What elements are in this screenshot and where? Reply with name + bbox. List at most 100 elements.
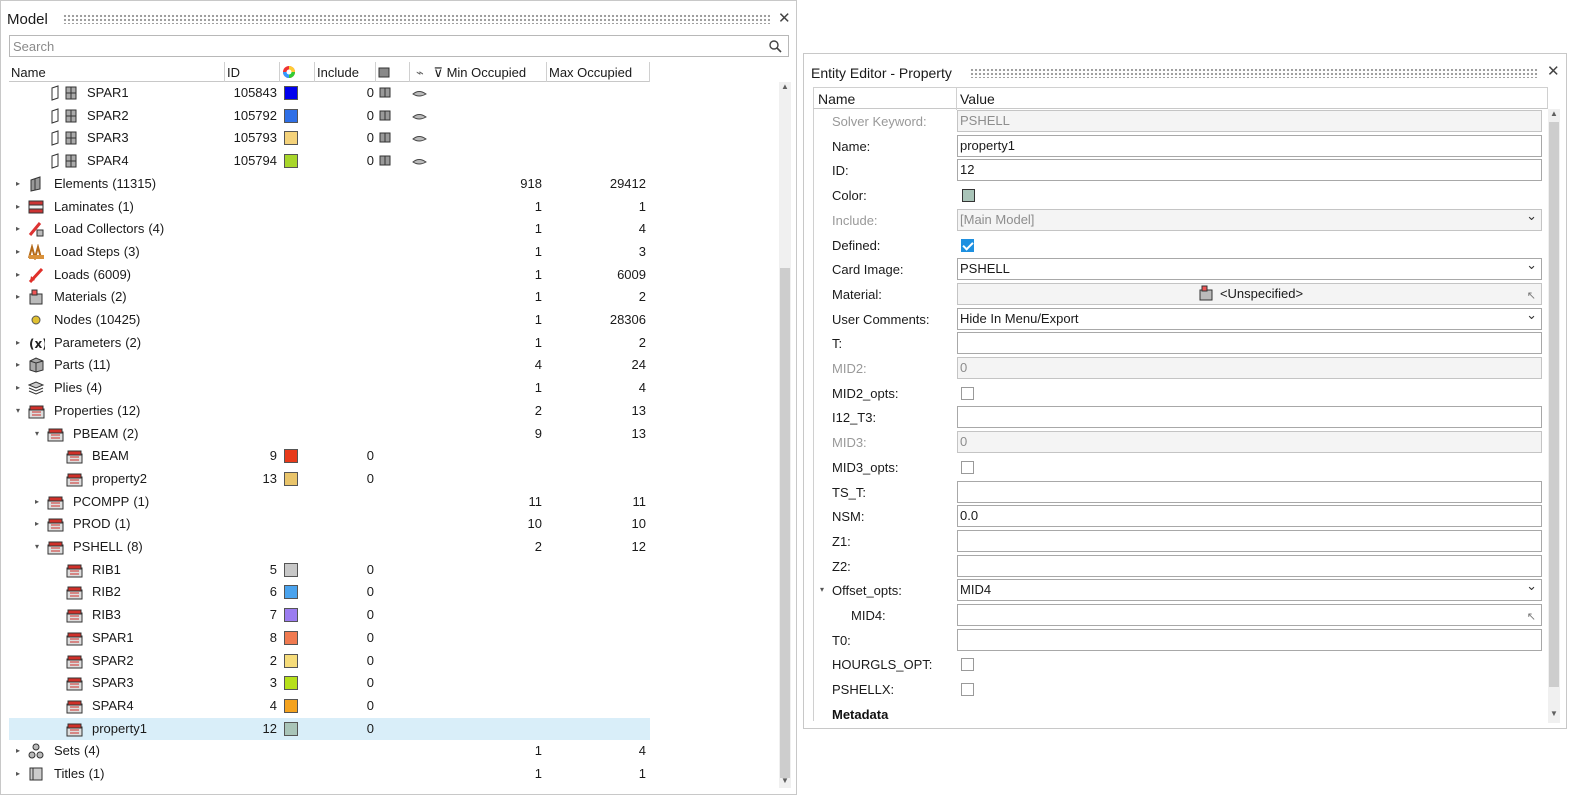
column-header-min-occupied[interactable]: ⌁ ⊽ Min Occupied [410,62,547,82]
property-input[interactable] [957,628,1542,651]
component-display-icon[interactable] [379,154,392,170]
property-input[interactable] [957,480,1542,503]
color-swatch[interactable] [284,449,298,464]
property-input[interactable]: 12 [957,159,1542,182]
tree-row[interactable]: SPAR3 3 0 [9,672,650,695]
tree-row[interactable]: SPAR4 4 0 [9,695,650,718]
property-dropdown[interactable]: PSHELL [957,258,1542,281]
tree-row[interactable]: ▸ Laminates (1) 1 1 [9,196,650,219]
element-display-icon[interactable] [412,87,427,102]
color-swatch[interactable] [284,721,298,736]
scroll-up-icon[interactable]: ▲ [779,82,791,91]
tree-row[interactable]: ▸ PROD (1) 10 10 [9,513,650,536]
collapse-arrow-icon[interactable]: ▾ [32,429,42,438]
element-display-icon[interactable] [412,110,427,125]
property-checkbox[interactable] [961,683,974,697]
property-input[interactable]: property1 [957,134,1542,157]
element-display-icon[interactable] [412,155,427,170]
property-input[interactable]: ↖ [957,604,1542,626]
column-header-max-occupied[interactable]: Max Occupied [547,62,650,82]
color-swatch[interactable] [284,676,298,691]
expand-arrow-icon[interactable]: ▸ [13,746,23,755]
property-input[interactable] [957,554,1542,577]
property-input[interactable] [957,529,1542,552]
tree-row[interactable]: ▸ Plies (4) 1 4 [9,377,650,400]
tree-row[interactable]: SPAR1 105843 0 [9,82,650,105]
expand-arrow-icon[interactable]: ▸ [13,292,23,301]
tree-row[interactable]: SPAR2 105792 0 [9,105,650,128]
property-checkbox[interactable] [961,238,974,252]
collapse-arrow-icon[interactable]: ▾ [820,585,824,594]
component-display-icon[interactable] [379,109,392,125]
tree-row[interactable]: ▸ Elements (11315) 918 29412 [9,173,650,196]
column-header-id[interactable]: ID [225,62,280,82]
property-color-swatch[interactable] [962,189,975,203]
color-swatch[interactable] [284,608,298,623]
editor-close-icon[interactable]: ✕ [1547,64,1560,79]
tree-row[interactable]: RIB3 7 0 [9,604,650,627]
color-swatch[interactable] [284,131,298,146]
tree-row[interactable]: ▸ Titles (1) 1 1 [9,763,650,786]
color-swatch[interactable] [284,698,298,713]
search-icon[interactable] [768,39,782,53]
editor-scroll-down-icon[interactable]: ▼ [1548,709,1560,718]
column-header-component[interactable] [376,62,410,82]
filter-icon[interactable]: ⊽ [433,65,443,80]
collapse-arrow-icon[interactable]: ▾ [32,542,42,551]
color-swatch[interactable] [284,108,298,123]
expand-arrow-icon[interactable]: ▸ [13,202,23,211]
element-display-icon[interactable] [412,132,427,147]
editor-drag-grip[interactable] [970,68,1538,78]
tree-row[interactable]: ▸ Load Steps (3) 1 3 [9,241,650,264]
tree-row[interactable]: SPAR1 8 0 [9,627,650,650]
color-swatch[interactable] [284,653,298,668]
component-display-icon[interactable] [379,131,392,147]
expand-arrow-icon[interactable]: ▸ [32,497,42,506]
expand-arrow-icon[interactable]: ▸ [13,224,23,233]
column-header-color[interactable] [280,62,315,82]
expand-arrow-icon[interactable]: ▸ [13,338,23,347]
editor-scrollbar[interactable]: ▲ ▼ [1548,109,1560,723]
column-header-name[interactable]: Name [9,62,225,82]
tree-row[interactable]: BEAM 9 0 [9,445,650,468]
tree-row[interactable]: ▸ Sets (4) 1 4 [9,740,650,763]
column-header-include[interactable]: Include [315,62,376,82]
component-display-icon[interactable] [379,86,392,102]
entity-picker-icon[interactable]: ↖ [1527,607,1536,625]
property-dropdown[interactable]: Hide In Menu/Export [957,307,1542,330]
property-checkbox[interactable] [961,460,974,474]
tree-row[interactable]: ▸ (x) Parameters(2) 1 2 [9,332,650,355]
expand-arrow-icon[interactable]: ▸ [13,179,23,188]
tree-row[interactable]: Nodes (10425) 1 28306 [9,309,650,332]
tree-row[interactable]: ▸ Loads (6009) 1 6009 [9,264,650,287]
tree-row[interactable]: ▾ Properties (12) 2 13 [9,400,650,423]
tree-row[interactable]: ▾ PSHELL (8) 2 12 [9,536,650,559]
tree-row[interactable]: ▸ Load Collectors (4) 1 4 [9,218,650,241]
property-input[interactable]: 0.0 [957,505,1542,528]
color-swatch[interactable] [284,562,298,577]
color-swatch[interactable] [284,471,298,486]
tree-row[interactable]: ▾ PBEAM (2) 9 13 [9,423,650,446]
color-swatch[interactable] [284,585,298,600]
tree-row[interactable]: ▸ Materials (2) 1 2 [9,286,650,309]
tree-row[interactable]: RIB2 6 0 [9,581,650,604]
expand-arrow-icon[interactable]: ▸ [13,769,23,778]
tree-row[interactable]: SPAR2 2 0 [9,650,650,673]
entity-picker-icon[interactable]: ↖ [1527,286,1536,304]
search-input[interactable] [10,36,750,56]
tree-row[interactable]: SPAR3 105793 0 [9,127,650,150]
property-checkbox[interactable] [961,658,974,672]
model-scrollbar-thumb[interactable] [780,268,790,778]
tree-row[interactable]: ▸ Parts (11) 4 24 [9,354,650,377]
property-dropdown[interactable]: MID4 [957,579,1542,602]
color-swatch[interactable] [284,630,298,645]
tree-row[interactable]: property1 12 0 [9,717,650,741]
property-input[interactable] [957,406,1542,429]
expand-arrow-icon[interactable]: ▸ [13,383,23,392]
tree-row[interactable]: ▸ PCOMPP (1) 11 11 [9,491,650,514]
property-checkbox[interactable] [961,386,974,400]
expand-arrow-icon[interactable]: ▸ [13,360,23,369]
material-selector[interactable]: <Unspecified> ↖ [957,282,1542,305]
tree-row[interactable]: RIB1 5 0 [9,559,650,582]
tree-row[interactable]: property2 13 0 [9,468,650,491]
